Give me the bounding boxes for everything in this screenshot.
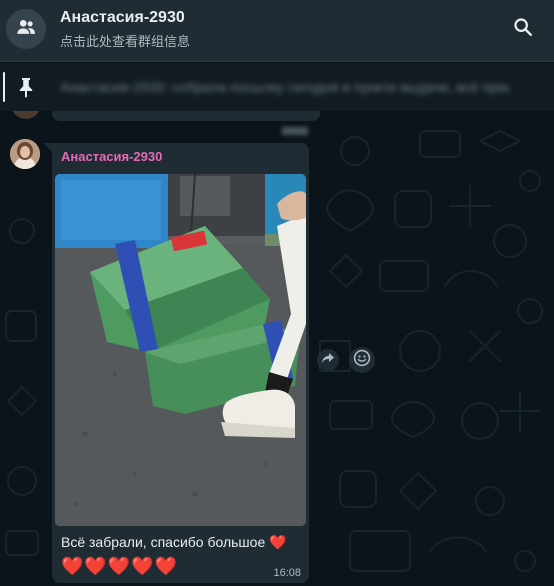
message-bubble[interactable]: Анастасия-2930 Всё забрали, спасибо боль… xyxy=(52,143,309,583)
chat-window: Анастасия-2930 点击此处查看群组信息 Анастасия-2930… xyxy=(0,0,554,586)
search-icon xyxy=(512,16,534,43)
message-list[interactable]: Анастасия-2930 Всё забрали, спасибо боль… xyxy=(0,111,554,586)
chat-title[interactable]: Анастасия-2930 xyxy=(60,9,185,27)
group-icon xyxy=(15,16,37,43)
emoji-icon xyxy=(353,349,371,372)
sender-avatar[interactable] xyxy=(10,139,40,169)
forward-button[interactable] xyxy=(317,349,339,371)
pinned-message-bar[interactable]: Анастасия-2930: собрала посылку сегодня … xyxy=(0,63,554,111)
pin-icon xyxy=(15,76,37,98)
message-time: 16:08 xyxy=(273,567,301,579)
search-button[interactable] xyxy=(510,16,536,42)
sender-name[interactable]: Анастасия-2930 xyxy=(61,149,162,164)
pinned-indicator xyxy=(3,72,5,102)
previous-message-bubble[interactable] xyxy=(52,111,320,121)
chat-subtitle[interactable]: 点击此处查看群组信息 xyxy=(60,31,190,50)
chat-header[interactable]: Анастасия-2930 点击此处查看群组信息 xyxy=(0,0,554,62)
pinned-message-text: Анастасия-2930: собрала посылку сегодня … xyxy=(60,79,510,95)
message-caption: Всё забрали, спасибо большое ❤️ xyxy=(61,534,287,550)
forward-icon xyxy=(320,350,336,371)
previous-message-time xyxy=(282,127,308,135)
message-hearts: ❤️❤️❤️❤️❤️ xyxy=(61,556,179,576)
react-button[interactable] xyxy=(349,347,375,373)
message-photo[interactable] xyxy=(55,174,306,526)
group-avatar[interactable] xyxy=(6,9,46,49)
